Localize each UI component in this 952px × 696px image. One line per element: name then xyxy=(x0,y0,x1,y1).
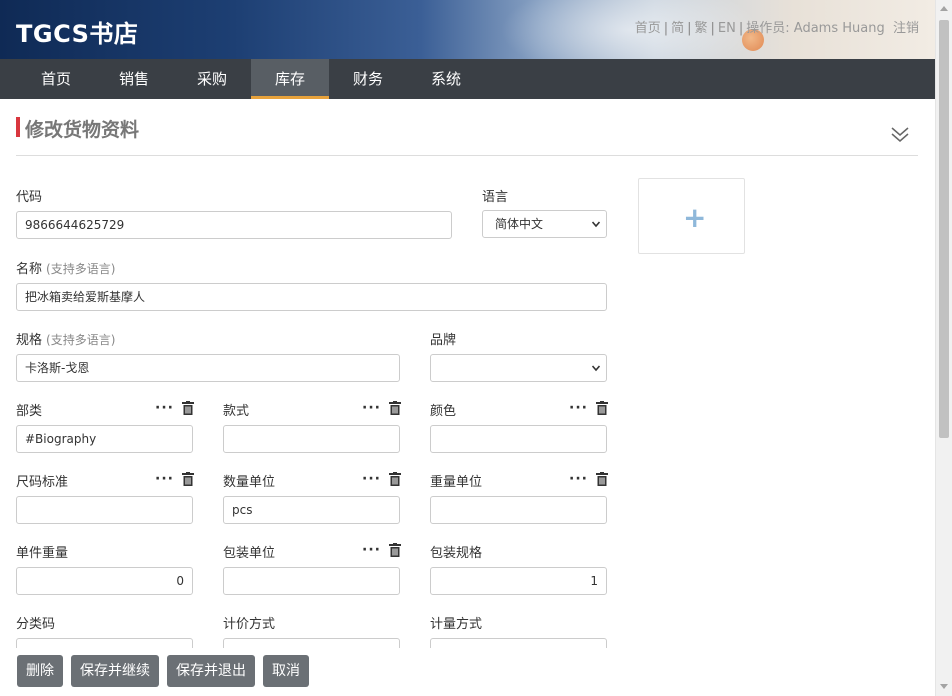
package-unit-input[interactable] xyxy=(223,567,400,595)
size-standard-label: 尺码标准 xyxy=(16,475,69,490)
link-traditional[interactable]: 繁 xyxy=(695,21,708,36)
nav-home[interactable]: 首页 xyxy=(17,59,95,99)
chevron-down-icon xyxy=(592,365,600,372)
trash-icon[interactable] xyxy=(388,543,401,557)
more-icon[interactable]: ··· xyxy=(569,401,588,415)
main-nav: 首页 销售 采购 库存 财务 系统 xyxy=(0,59,935,99)
package-unit-label: 包装单位 xyxy=(223,546,276,561)
code-input[interactable]: 9866644625729 xyxy=(16,211,452,239)
size-standard-input[interactable] xyxy=(16,496,193,524)
trash-icon[interactable] xyxy=(388,472,401,486)
trash-icon[interactable] xyxy=(595,401,608,415)
more-icon[interactable]: ··· xyxy=(155,472,174,486)
nav-inventory[interactable]: 库存 xyxy=(251,59,329,99)
top-links: 首页 | 简 | 繁 | EN | 操作员: Adams Huang 注销 xyxy=(634,21,919,36)
nav-system[interactable]: 系统 xyxy=(407,59,485,99)
nav-sales[interactable]: 销售 xyxy=(95,59,173,99)
brand-select[interactable] xyxy=(430,354,607,382)
weight-unit-label: 重量单位 xyxy=(430,475,483,490)
title-divider xyxy=(16,155,918,156)
trash-icon[interactable] xyxy=(181,472,194,486)
title-accent-bar xyxy=(16,117,20,137)
trash-icon[interactable] xyxy=(388,401,401,415)
more-icon[interactable]: ··· xyxy=(569,472,588,486)
operator-label: 操作员: xyxy=(746,21,790,36)
name-label: 名称 (支持多语言) xyxy=(16,262,116,277)
language-select[interactable]: 简体中文 xyxy=(482,210,607,238)
plus-icon: + xyxy=(683,201,707,234)
category-input[interactable]: #Biography xyxy=(16,425,193,453)
link-simplified[interactable]: 简 xyxy=(671,21,684,36)
collapse-chevron-icon[interactable] xyxy=(890,124,910,144)
spec-input[interactable]: 卡洛斯-戈恩 xyxy=(16,354,400,382)
unit-weight-input[interactable]: 0 xyxy=(16,567,193,595)
app-logo: TGCS书店 xyxy=(16,20,139,48)
color-input[interactable] xyxy=(430,425,607,453)
nav-finance[interactable]: 财务 xyxy=(329,59,407,99)
link-english[interactable]: EN xyxy=(718,21,736,36)
scroll-thumb[interactable] xyxy=(939,20,949,438)
trash-icon[interactable] xyxy=(595,472,608,486)
nav-purchase[interactable]: 采购 xyxy=(173,59,251,99)
package-spec-label: 包装规格 xyxy=(430,546,483,561)
more-icon[interactable]: ··· xyxy=(155,401,174,415)
brand-label: 品牌 xyxy=(430,333,457,348)
header-banner: TGCS书店 首页 | 简 | 繁 | EN | 操作员: Adams Huang 注销 xyxy=(0,0,935,59)
spec-label: 规格 (支持多语言) xyxy=(16,333,116,348)
language-value: 简体中文 xyxy=(495,217,544,231)
more-icon[interactable]: ··· xyxy=(362,401,381,415)
category-label: 部类 xyxy=(16,404,43,419)
save-exit-button[interactable]: 保存并退出 xyxy=(167,655,255,687)
pricing-method-label: 计价方式 xyxy=(223,617,276,632)
weight-unit-input[interactable] xyxy=(430,496,607,524)
language-label: 语言 xyxy=(482,190,509,205)
package-spec-input[interactable]: 1 xyxy=(430,567,607,595)
save-continue-button[interactable]: 保存并继续 xyxy=(71,655,159,687)
style-input[interactable] xyxy=(223,425,400,453)
scroll-up-icon[interactable] xyxy=(940,6,948,11)
quantity-unit-label: 数量单位 xyxy=(223,475,276,490)
operator-name: Adams Huang xyxy=(793,21,885,36)
class-code-label: 分类码 xyxy=(16,617,56,632)
page-title: 修改货物资料 xyxy=(25,119,140,141)
measure-method-label: 计量方式 xyxy=(430,617,483,632)
color-label: 颜色 xyxy=(430,404,457,419)
trash-icon[interactable] xyxy=(181,401,194,415)
spec-hint: (支持多语言) xyxy=(46,333,116,347)
code-label: 代码 xyxy=(16,190,43,205)
image-upload-box[interactable]: + xyxy=(638,178,745,254)
style-label: 款式 xyxy=(223,404,250,419)
link-home[interactable]: 首页 xyxy=(635,21,661,36)
more-icon[interactable]: ··· xyxy=(362,472,381,486)
unit-weight-label: 单件重量 xyxy=(16,546,69,561)
cancel-button[interactable]: 取消 xyxy=(263,655,309,687)
link-logout[interactable]: 注销 xyxy=(893,21,919,36)
name-hint: (支持多语言) xyxy=(46,262,116,276)
delete-button[interactable]: 删除 xyxy=(17,655,63,687)
chevron-down-icon xyxy=(592,221,600,228)
quantity-unit-input[interactable]: pcs xyxy=(223,496,400,524)
scroll-down-icon[interactable] xyxy=(940,684,948,689)
name-input[interactable]: 把冰箱卖给爱斯基摩人 xyxy=(16,283,607,311)
scrollbar[interactable] xyxy=(935,0,952,696)
more-icon[interactable]: ··· xyxy=(362,543,381,557)
